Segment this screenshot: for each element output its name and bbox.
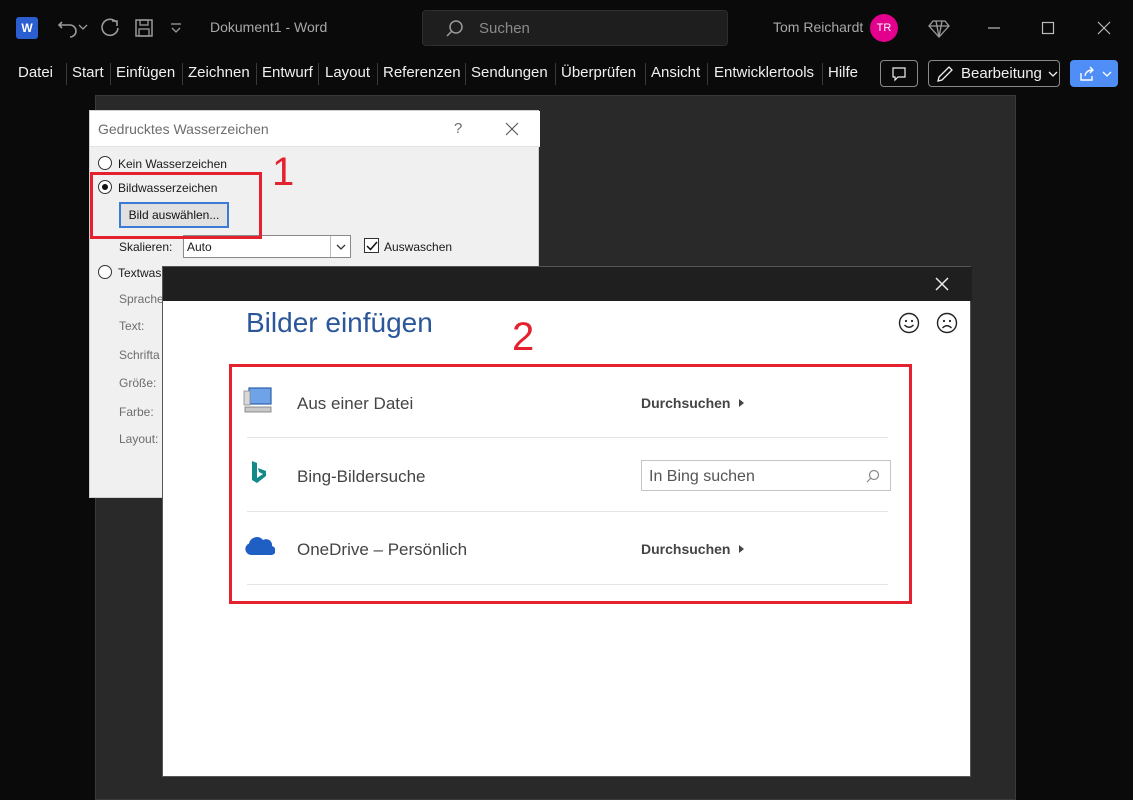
washout-label: Auswaschen (384, 240, 453, 254)
tab-zeichnen[interactable]: Zeichnen (188, 64, 250, 81)
radio-text-watermark[interactable] (98, 265, 112, 279)
comments-button[interactable] (880, 60, 918, 87)
menu-separator (318, 63, 319, 85)
tab-layout[interactable]: Layout (325, 64, 370, 81)
tab-ansicht[interactable]: Ansicht (651, 64, 700, 81)
search-input[interactable]: Suchen (422, 10, 728, 46)
comment-icon (892, 66, 906, 81)
title-bar: W Dokument1 - Word Suchen Tom Reichardt … (0, 0, 1133, 56)
menu-separator (66, 63, 67, 85)
menu-separator (645, 63, 646, 85)
maximize-icon[interactable] (1040, 20, 1056, 36)
avatar[interactable]: TR (870, 14, 898, 42)
tab-datei[interactable]: Datei (18, 64, 53, 81)
scale-value: Auto (187, 240, 212, 254)
editing-mode-button[interactable]: Bearbeitung (928, 60, 1060, 87)
radio-no-watermark[interactable] (98, 156, 112, 170)
word-logo-icon: W (16, 17, 38, 39)
tab-ueberpruefen[interactable]: Überprüfen (561, 64, 636, 81)
menu-separator (707, 63, 708, 85)
chevron-down-icon (330, 236, 350, 257)
tab-start[interactable]: Start (72, 64, 104, 81)
menu-separator (555, 63, 556, 85)
font-label: Schrifta (119, 348, 160, 362)
washout-checkbox[interactable] (364, 238, 379, 253)
share-icon (1080, 66, 1094, 81)
layout-label: Layout: (119, 432, 159, 446)
language-label: Sprache (119, 292, 164, 306)
chevron-down-icon (1102, 71, 1112, 77)
frown-feedback-icon[interactable] (936, 312, 958, 334)
pencil-icon (937, 65, 953, 82)
scale-label: Skalieren: (119, 240, 173, 254)
minimize-icon[interactable] (986, 20, 1002, 36)
checkmark-icon (366, 241, 378, 251)
undo-dropdown-icon[interactable] (78, 22, 88, 32)
close-window-icon[interactable] (1096, 20, 1112, 36)
close-icon[interactable] (504, 121, 520, 137)
tab-hilfe[interactable]: Hilfe (828, 64, 858, 81)
search-icon (446, 20, 463, 37)
tab-entwurf[interactable]: Entwurf (262, 64, 313, 81)
no-watermark-label: Kein Wasserzeichen (118, 157, 227, 171)
menu-separator (256, 63, 257, 85)
user-name[interactable]: Tom Reichardt (773, 19, 863, 35)
chevron-down-icon (1048, 71, 1058, 77)
watermark-dialog-title: Gedrucktes Wasserzeichen (98, 121, 269, 137)
menu-separator (182, 63, 183, 85)
menu-separator (110, 63, 111, 85)
document-title: Dokument1 - Word (210, 19, 328, 35)
menu-separator (465, 63, 466, 85)
share-button[interactable] (1070, 60, 1118, 87)
tab-referenzen[interactable]: Referenzen (383, 64, 461, 81)
help-button[interactable]: ? (454, 120, 462, 137)
search-placeholder: Suchen (479, 20, 530, 37)
smiley-feedback-icon[interactable] (898, 312, 920, 334)
redo-icon[interactable] (98, 16, 122, 40)
menu-separator (377, 63, 378, 85)
annotation-number-2: 2 (512, 315, 535, 359)
menu-separator (822, 63, 823, 85)
annotation-highlight-2 (229, 364, 912, 604)
insert-dialog-title: Bilder einfügen (246, 307, 433, 338)
text-label: Text: (119, 319, 145, 333)
watermark-dialog-titlebar: Gedrucktes Wasserzeichen ? (90, 111, 540, 147)
color-label: Farbe: (119, 405, 154, 419)
tab-entwicklertools[interactable]: Entwicklertools (714, 64, 814, 81)
editing-mode-label: Bearbeitung (961, 65, 1042, 82)
close-icon[interactable] (935, 277, 949, 291)
diamond-icon[interactable] (928, 17, 950, 39)
tab-einfuegen[interactable]: Einfügen (116, 64, 175, 81)
annotation-highlight-1 (90, 172, 262, 239)
undo-icon[interactable] (54, 16, 78, 40)
customize-toolbar-icon[interactable] (168, 20, 184, 36)
save-icon[interactable] (132, 16, 156, 40)
text-watermark-label: Textwass (118, 266, 168, 280)
size-label: Größe: (119, 376, 157, 390)
annotation-number-1: 1 (272, 150, 295, 194)
tab-sendungen[interactable]: Sendungen (471, 64, 548, 81)
insert-dialog-titlebar (163, 267, 972, 301)
